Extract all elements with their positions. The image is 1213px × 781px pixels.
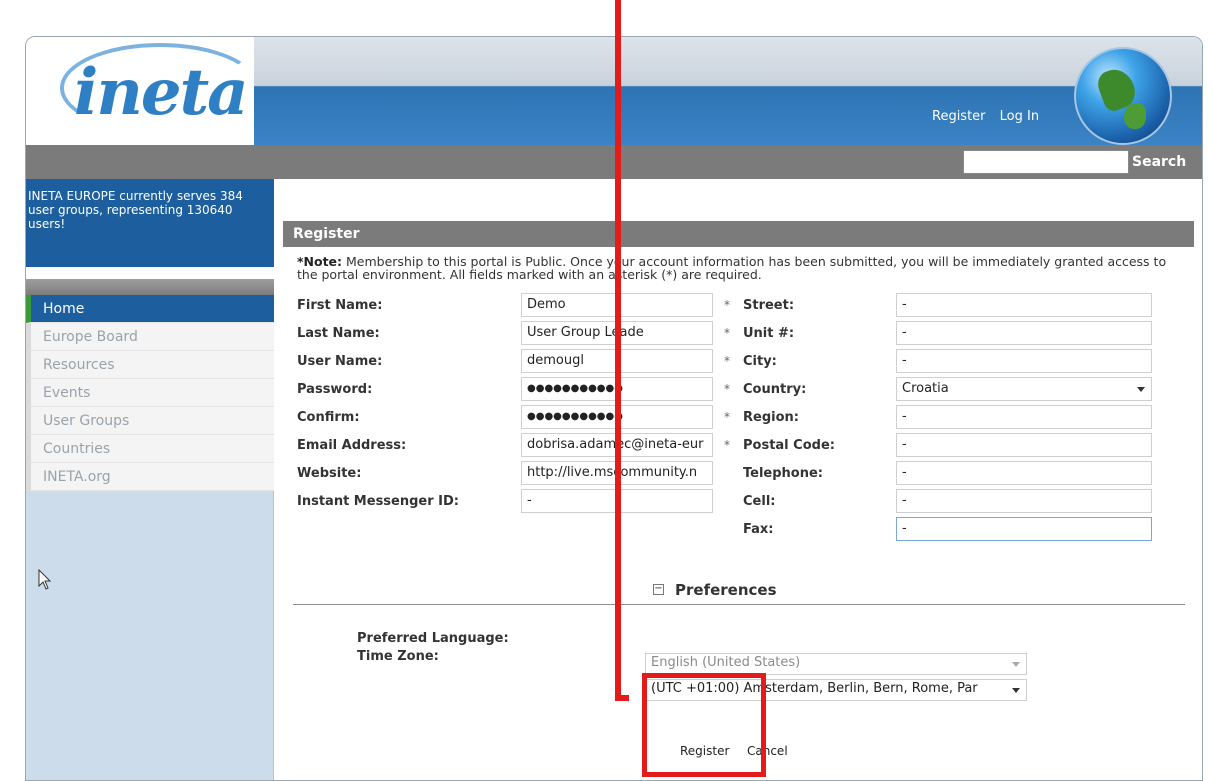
browser-page: ineta Register Log In Search INETA EUROP… — [25, 36, 1203, 781]
postal-code-label: Postal Code: — [743, 438, 835, 453]
fax-field[interactable]: - — [896, 517, 1152, 541]
last-name-label: Last Name: — [297, 326, 380, 341]
logo-text: ineta — [74, 55, 249, 130]
time-zone-label: Time Zone: — [357, 649, 439, 664]
sidebar-item-events[interactable]: Events — [26, 379, 274, 407]
preferred-language-value: English (United States) — [651, 655, 801, 670]
ineta-logo[interactable]: ineta — [42, 43, 260, 137]
note-text: Membership to this portal is Public. Onc… — [297, 254, 1167, 282]
preferred-language-select[interactable]: English (United States) — [645, 653, 1027, 675]
country-select[interactable]: Croatia — [896, 377, 1152, 401]
unit-field[interactable]: - — [896, 321, 1152, 345]
required-asterisk: * — [724, 354, 730, 368]
chevron-down-icon — [1137, 387, 1145, 392]
sidebar-info-text: INETA EUROPE currently serves 384 user g… — [26, 179, 274, 267]
header-links: Register Log In — [932, 109, 1049, 124]
required-asterisk: * — [724, 438, 730, 452]
postal-code-field[interactable]: - — [896, 433, 1152, 457]
search-button[interactable]: Search — [1132, 154, 1186, 170]
first-name-label: First Name: — [297, 298, 383, 313]
email-label: Email Address: — [297, 438, 407, 453]
sidebar-item-resources[interactable]: Resources — [26, 351, 274, 379]
telephone-field[interactable]: - — [896, 461, 1152, 485]
website-label: Website: — [297, 466, 362, 481]
city-label: City: — [743, 354, 777, 369]
country-value: Croatia — [902, 381, 949, 396]
banner-gradient — [254, 37, 1202, 145]
sidebar-item-user-groups[interactable]: User Groups — [26, 407, 274, 435]
country-label: Country: — [743, 382, 807, 397]
telephone-label: Telephone: — [743, 466, 823, 481]
globe-land — [1124, 103, 1146, 129]
register-link[interactable]: Register — [932, 109, 986, 124]
sidebar: INETA EUROPE currently serves 384 user g… — [26, 179, 274, 780]
globe-icon — [1074, 47, 1172, 145]
preferences-title: Preferences — [675, 581, 777, 599]
membership-note: *Note: Membership to this portal is Publ… — [297, 255, 1177, 281]
required-asterisk: * — [724, 410, 730, 424]
unit-label: Unit #: — [743, 326, 795, 341]
sidebar-item-home[interactable]: Home — [26, 295, 274, 323]
city-field[interactable]: - — [896, 349, 1152, 373]
annotation-line-hook — [615, 695, 629, 701]
login-link[interactable]: Log In — [1000, 109, 1039, 124]
required-asterisk: * — [724, 326, 730, 340]
sidebar-item-countries[interactable]: Countries — [26, 435, 274, 463]
fax-label: Fax: — [743, 522, 774, 537]
register-section-title: Register — [283, 221, 1194, 247]
password-label: Password: — [297, 382, 373, 397]
cell-field[interactable]: - — [896, 489, 1152, 513]
sidebar-divider — [26, 279, 274, 295]
chevron-down-icon — [1012, 662, 1020, 667]
cell-label: Cell: — [743, 494, 776, 509]
chevron-down-icon — [1012, 688, 1020, 693]
preferences-divider — [293, 604, 1185, 605]
required-asterisk: * — [724, 382, 730, 396]
annotation-highlight-box — [642, 673, 766, 777]
confirm-label: Confirm: — [297, 410, 360, 425]
required-asterisk: * — [724, 298, 730, 312]
region-label: Region: — [743, 410, 799, 425]
search-input[interactable] — [963, 150, 1129, 174]
sidebar-item-europe-board[interactable]: Europe Board — [26, 323, 274, 351]
im-id-label: Instant Messenger ID: — [297, 494, 459, 509]
street-field[interactable]: - — [896, 293, 1152, 317]
user-name-label: User Name: — [297, 354, 383, 369]
preferences-collapse-toggle[interactable]: − — [653, 584, 664, 595]
sidebar-item-ineta-org[interactable]: INETA.org — [26, 463, 274, 491]
street-label: Street: — [743, 298, 795, 313]
region-field[interactable]: - — [896, 405, 1152, 429]
preferred-language-label: Preferred Language: — [357, 631, 509, 646]
mouse-cursor-icon — [38, 569, 52, 590]
annotation-line — [615, 0, 621, 698]
sidebar-nav: Home Europe Board Resources Events User … — [26, 295, 274, 491]
